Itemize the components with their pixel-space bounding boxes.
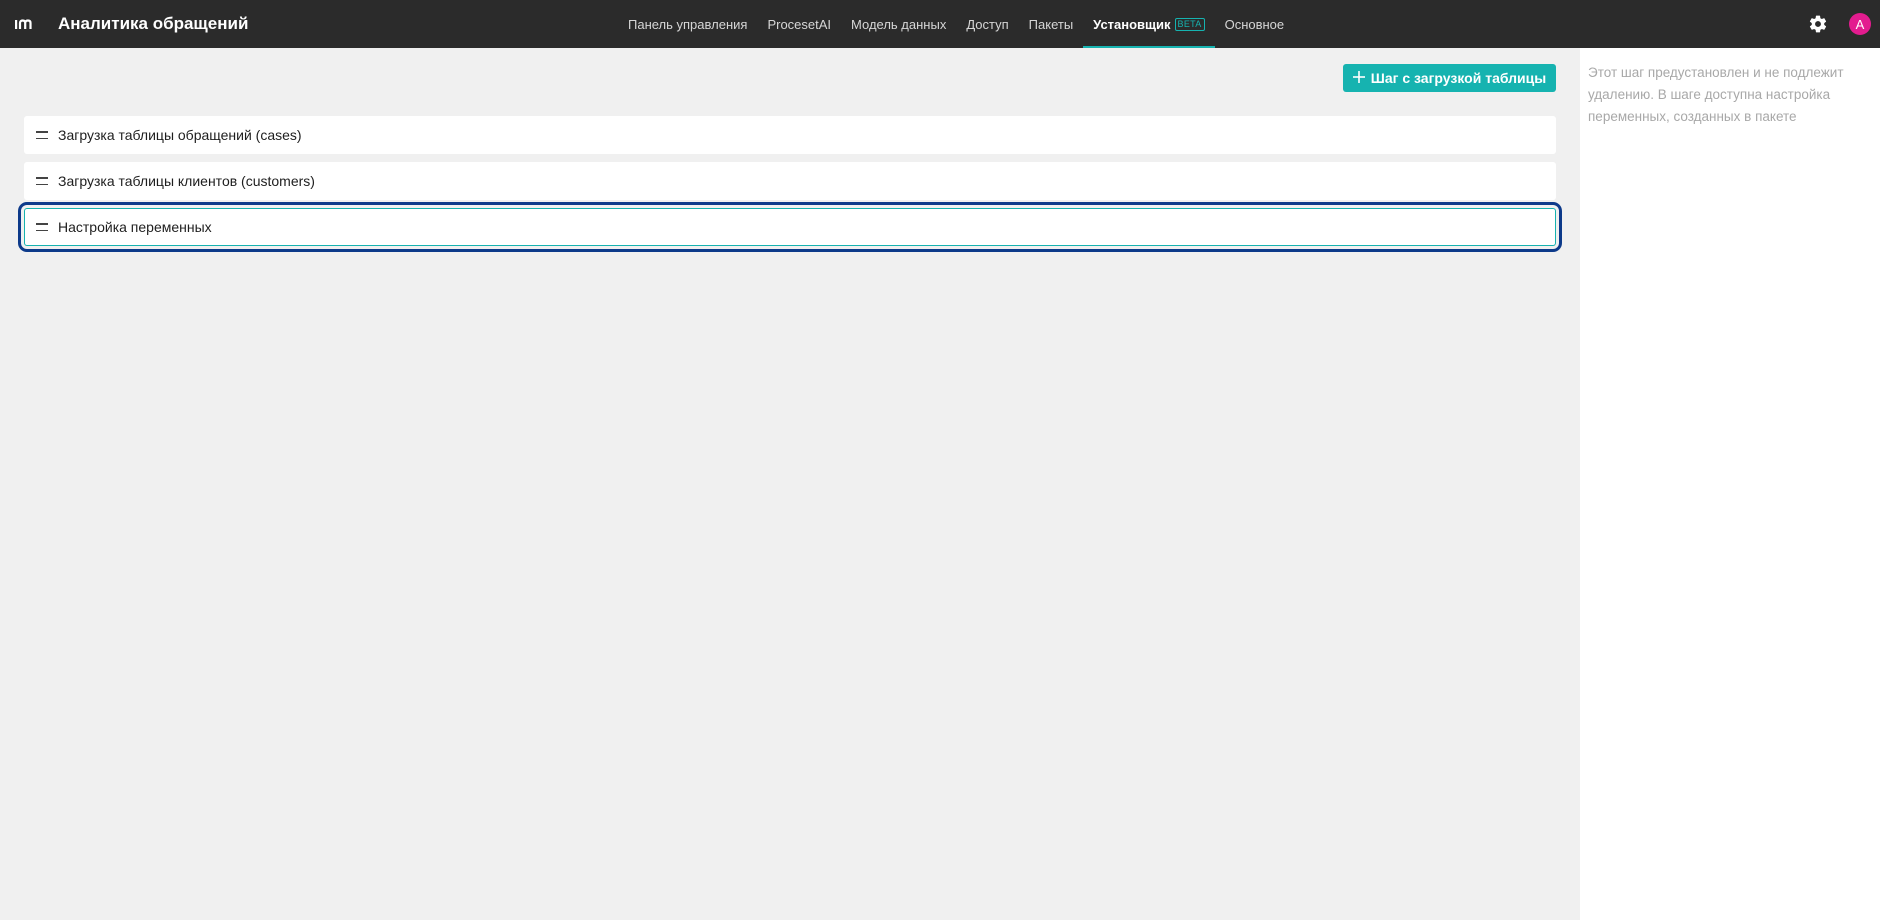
- tab-installer[interactable]: Установщик BETA: [1083, 0, 1215, 48]
- tab-label: Установщик: [1093, 16, 1171, 32]
- gear-icon[interactable]: [1808, 14, 1828, 34]
- side-panel: Этот шаг предустановлен и не подлежит уд…: [1580, 48, 1880, 920]
- beta-badge: BETA: [1174, 17, 1205, 31]
- drag-handle-icon[interactable]: [36, 223, 48, 231]
- avatar[interactable]: A: [1849, 13, 1871, 35]
- add-step-label: Шаг с загрузкой таблицы: [1370, 70, 1547, 86]
- main-nav: Панель управления ProcesetAI Модель данн…: [618, 0, 1294, 48]
- step-label: Настройка переменных: [58, 219, 212, 235]
- tab-general[interactable]: Основное: [1215, 0, 1295, 48]
- step-label: Загрузка таблицы обращений (cases): [58, 127, 302, 143]
- tab-label: Панель управления: [628, 16, 748, 32]
- tab-label: Модель данных: [851, 16, 947, 32]
- step-item-customers[interactable]: Загрузка таблицы клиентов (customers): [24, 162, 1556, 200]
- tab-procesetai[interactable]: ProcesetAI: [757, 0, 841, 48]
- main-content: Шаг с загрузкой таблицы Загрузка таблицы…: [0, 48, 1580, 920]
- tab-label: Основное: [1224, 16, 1285, 32]
- steps-list: Загрузка таблицы обращений (cases) Загру…: [18, 116, 1562, 254]
- plus-icon: [1352, 70, 1365, 86]
- app-title: Аналитика обращений: [58, 14, 249, 33]
- tab-access[interactable]: Доступ: [956, 0, 1018, 48]
- add-table-step-button[interactable]: Шаг с загрузкой таблицы: [1343, 64, 1556, 92]
- tab-packages[interactable]: Пакеты: [1019, 0, 1084, 48]
- step-item-variables[interactable]: Настройка переменных: [18, 202, 1562, 252]
- top-bar: Аналитика обращений Панель управления Pr…: [0, 0, 1880, 48]
- tab-data-model[interactable]: Модель данных: [841, 0, 956, 48]
- tab-label: Пакеты: [1028, 16, 1074, 32]
- side-panel-note: Этот шаг предустановлен и не подлежит уд…: [1588, 65, 1844, 124]
- step-item-cases[interactable]: Загрузка таблицы обращений (cases): [24, 116, 1556, 154]
- tab-dashboard[interactable]: Панель управления: [618, 0, 757, 48]
- tab-label: Доступ: [966, 16, 1009, 32]
- tab-label: ProcesetAI: [767, 16, 832, 32]
- im-logo-icon[interactable]: [14, 14, 36, 34]
- drag-handle-icon[interactable]: [36, 131, 48, 139]
- step-label: Загрузка таблицы клиентов (customers): [58, 173, 315, 189]
- drag-handle-icon[interactable]: [36, 177, 48, 185]
